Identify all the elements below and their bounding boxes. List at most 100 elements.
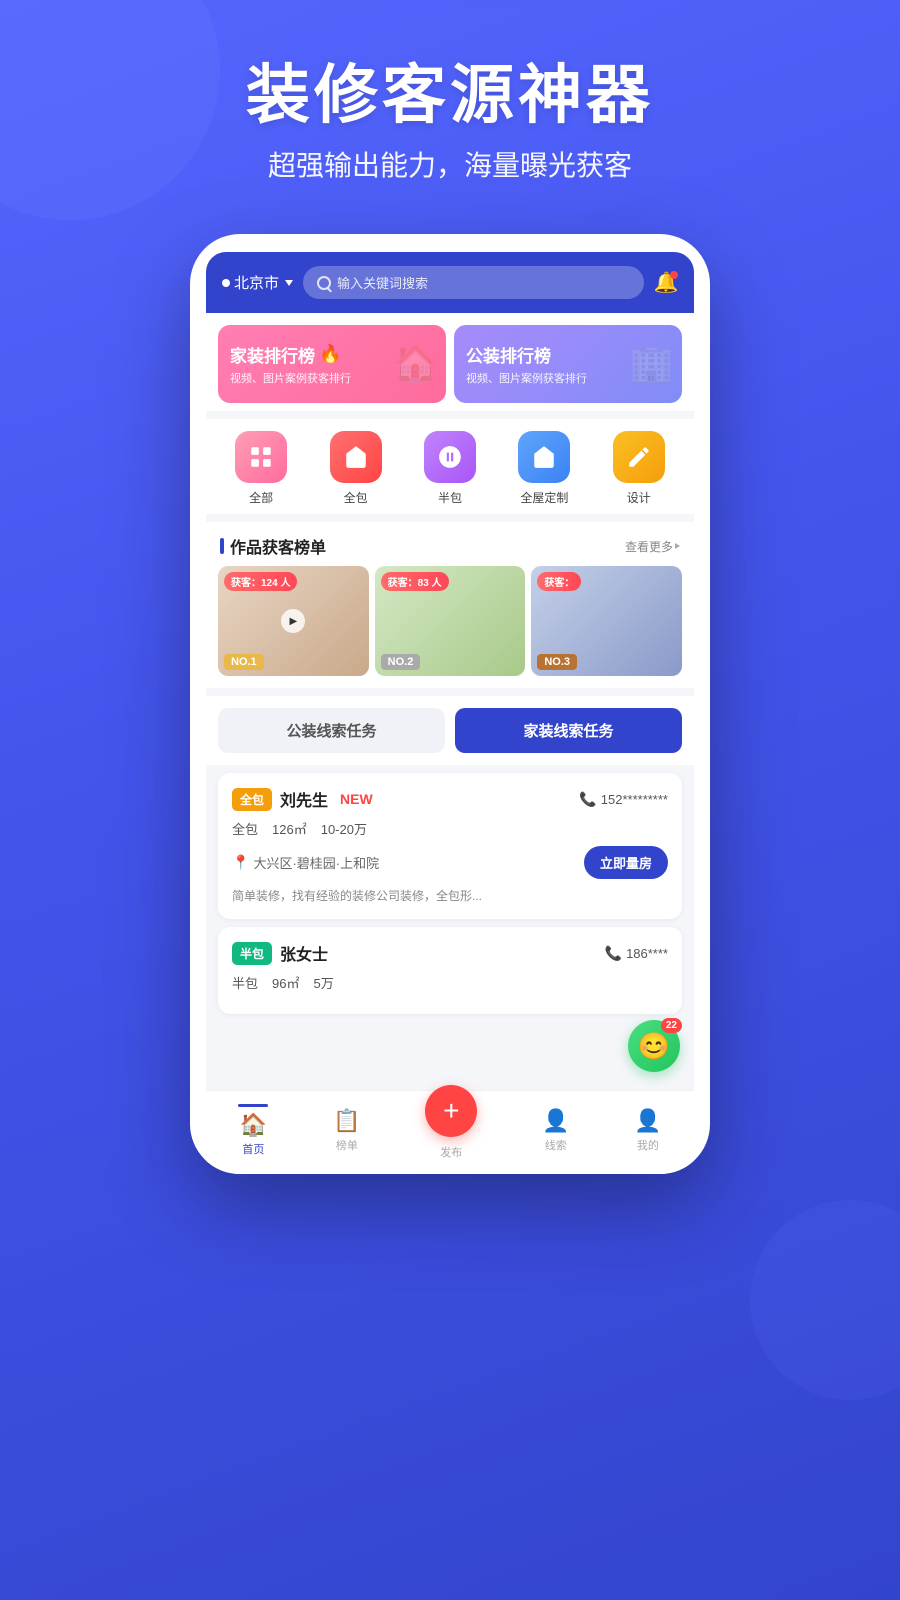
category-item-half[interactable]: 半包	[424, 431, 476, 506]
work-card-1[interactable]: ▶ 获客：124 人 NO.1	[218, 566, 369, 676]
lead-details-2: 半包 96㎡ 5万	[232, 973, 668, 992]
phone-frame: 北京市 输入关键词搜索 🔔 家装排行榜 🔥 视频	[190, 234, 710, 1174]
work-rank-3: NO.3	[537, 654, 577, 670]
lead-detail-area-2: 96㎡	[272, 973, 299, 992]
location-button[interactable]: 北京市	[222, 272, 293, 293]
task-tab-office-label: 公装线索任务	[286, 723, 376, 740]
work-cards: ▶ 获客：124 人 NO.1 获客：83 人 NO.2 获客： NO.3	[206, 566, 694, 688]
lead-detail-type-2: 半包	[232, 973, 258, 992]
chat-badge: 22	[661, 1018, 682, 1033]
office-banner-deco: 🏢	[629, 343, 674, 385]
nav-leads-icon: 👤	[542, 1108, 569, 1134]
phone-content: 家装排行榜 🔥 视频、图片案例获客排行 🏠 公装排行榜 视频、图片案例获客排行 …	[206, 313, 694, 1174]
lead-card-2-top: 半包 张女士 📞 186****	[232, 941, 668, 965]
work-card-2[interactable]: 获客：83 人 NO.2	[375, 566, 526, 676]
nav-active-bar	[238, 1104, 268, 1107]
category-item-all[interactable]: 全部	[235, 431, 287, 506]
category-custom-label: 全屋定制	[520, 489, 568, 506]
category-all-label: 全部	[249, 489, 273, 506]
lead-detail-budget-2: 5万	[313, 973, 333, 992]
notification-bell[interactable]: 🔔	[654, 271, 678, 295]
category-row: 全部 全包	[206, 431, 694, 506]
category-item-custom[interactable]: 全屋定制	[518, 431, 570, 506]
phone-icon-2: 📞	[605, 945, 622, 962]
task-tab-home[interactable]: 家装线索任务	[455, 708, 682, 753]
see-more-button[interactable]: 查看更多	[625, 538, 680, 555]
chat-bubble[interactable]: 😊 22	[628, 1020, 680, 1072]
category-item-full[interactable]: 全包	[330, 431, 382, 506]
play-button-1[interactable]: ▶	[281, 609, 305, 633]
work-card-3[interactable]: 获客： NO.3	[531, 566, 682, 676]
lead-detail-area-1: 126㎡	[272, 819, 307, 838]
home-ranking-banner[interactable]: 家装排行榜 🔥 视频、图片案例获客排行 🏠	[218, 325, 446, 403]
notification-dot	[670, 271, 678, 279]
category-design-label: 设计	[627, 489, 651, 506]
work-rank-2: NO.2	[381, 654, 421, 670]
nav-mine-label: 我的	[637, 1137, 659, 1153]
banner-section: 家装排行榜 🔥 视频、图片案例获客排行 🏠 公装排行榜 视频、图片案例获客排行 …	[206, 313, 694, 411]
nav-home-icon: 🏠	[240, 1112, 267, 1138]
location-dot-icon	[222, 279, 230, 287]
lead-detail-type-1: 全包	[232, 819, 258, 838]
category-design-icon	[613, 431, 665, 483]
category-half-label: 半包	[438, 489, 462, 506]
lead-card-1-top: 全包 刘先生 NEW 📞 152*********	[232, 787, 668, 811]
work-badge-2: 获客：83 人	[381, 572, 449, 591]
nav-mine-icon: 👤	[634, 1108, 661, 1134]
location-icon-1: 📍	[232, 854, 249, 871]
lead-card-2: 半包 张女士 📞 186**** 半包 96㎡ 5万	[218, 927, 682, 1014]
search-placeholder: 输入关键词搜索	[337, 273, 428, 292]
nav-ranking-label: 榜单	[336, 1137, 358, 1153]
hero-section: 装修客源神器 超强输出能力，海量曝光获客	[0, 0, 900, 204]
lead-details-1: 全包 126㎡ 10-20万	[232, 819, 668, 838]
task-tabs: 公装线索任务 家装线索任务	[206, 696, 694, 765]
nav-item-ranking[interactable]: 📋 榜单	[333, 1108, 360, 1153]
task-tab-office[interactable]: 公装线索任务	[218, 708, 445, 753]
lead-tag-2: 半包	[232, 942, 272, 965]
lead-location-row-1: 📍 大兴区·碧桂园·上和院 立即量房	[232, 846, 668, 879]
home-banner-title: 家装排行榜	[230, 342, 315, 367]
nav-publish-button[interactable]: +	[425, 1085, 477, 1137]
work-badge-3: 获客：	[537, 572, 581, 591]
nav-item-publish[interactable]: + 发布	[425, 1101, 477, 1160]
measure-button-1[interactable]: 立即量房	[584, 846, 668, 879]
lead-phone-number-2: 186****	[626, 946, 668, 961]
section-header: 作品获客榜单 查看更多	[206, 522, 694, 566]
nav-publish-label: 发布	[440, 1144, 462, 1160]
bottom-nav: 🏠 首页 📋 榜单 + 发布 👤 线索 👤 我的	[206, 1090, 694, 1174]
lead-detail-budget-1: 10-20万	[321, 819, 367, 838]
lead-card-1-left: 全包 刘先生 NEW	[232, 787, 373, 811]
see-more-text: 查看更多	[625, 538, 673, 555]
flame-icon: 🔥	[319, 344, 341, 365]
category-custom-icon	[518, 431, 570, 483]
lead-phone-1[interactable]: 📞 152*********	[579, 791, 668, 808]
lead-name-2: 张女士	[280, 941, 328, 965]
work-rank-1: NO.1	[224, 654, 264, 670]
search-bar[interactable]: 输入关键词搜索	[303, 266, 644, 299]
hero-subtitle: 超强输出能力，海量曝光获客	[0, 144, 900, 184]
category-half-icon	[424, 431, 476, 483]
location-text: 北京市	[234, 272, 279, 293]
section-title: 作品获客榜单	[220, 534, 326, 558]
nav-ranking-icon: 📋	[333, 1108, 360, 1134]
nav-item-home[interactable]: 🏠 首页	[238, 1104, 268, 1157]
office-ranking-banner[interactable]: 公装排行榜 视频、图片案例获客排行 🏢	[454, 325, 682, 403]
category-item-design[interactable]: 设计	[613, 431, 665, 506]
lead-location-1: 📍 大兴区·碧桂园·上和院	[232, 853, 379, 872]
nav-item-mine[interactable]: 👤 我的	[634, 1108, 661, 1153]
lead-phone-number-1: 152*********	[601, 792, 668, 807]
phone-top-bar: 北京市 输入关键词搜索 🔔	[206, 252, 694, 313]
lead-desc-1: 简单装修，找有经验的装修公司装修，全包形...	[232, 887, 668, 905]
lead-card-2-left: 半包 张女士	[232, 941, 328, 965]
lead-new-label-1: NEW	[340, 791, 373, 807]
category-full-label: 全包	[344, 489, 368, 506]
phone-wrapper: 北京市 输入关键词搜索 🔔 家装排行榜 🔥 视频	[0, 234, 900, 1174]
chevron-down-icon	[285, 280, 293, 286]
hero-title: 装修客源神器	[0, 60, 900, 130]
nav-home-label: 首页	[242, 1141, 264, 1157]
chevron-right-icon	[675, 543, 680, 549]
lead-phone-2[interactable]: 📞 186****	[605, 945, 668, 962]
banner-deco: 🏠	[393, 343, 438, 385]
search-icon	[317, 276, 331, 290]
nav-item-leads[interactable]: 👤 线索	[542, 1108, 569, 1153]
